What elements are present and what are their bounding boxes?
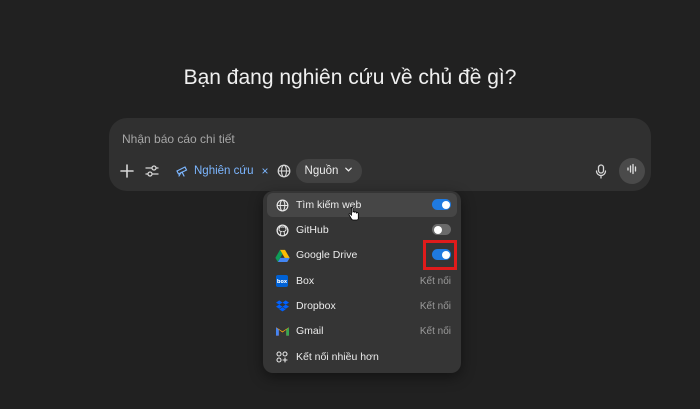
menu-item-dropbox[interactable]: Dropbox Kết nối [267,294,457,318]
menu-item-label: Kết nối nhiều hơn [296,351,379,363]
prompt-input[interactable]: Nhận báo cáo chi tiết [122,132,235,146]
gmail-icon [274,323,290,339]
globe-icon[interactable] [272,159,296,183]
chevron-down-icon [344,165,353,177]
hand-cursor-icon [348,206,360,226]
sources-label: Nguồn [304,165,339,177]
github-toggle[interactable] [432,224,451,235]
highlight-box [423,240,457,270]
apps-icon [274,349,290,365]
sources-menu: Tìm kiếm web GitHub Google Drive box Box… [263,191,461,373]
page: Bạn đang nghiên cứu về chủ đề gì? Nhận b… [0,0,700,409]
microphone-icon[interactable] [593,163,609,179]
waveform-icon [626,162,638,180]
prompt-composer[interactable]: Nhận báo cáo chi tiết Nghiên cứu × Nguồn [109,118,651,191]
box-icon: box [274,273,290,289]
globe-icon [274,197,290,213]
connect-link[interactable]: Kết nối [420,326,451,337]
close-icon[interactable]: × [261,164,268,178]
tools-sliders-icon[interactable] [144,163,160,179]
connect-link[interactable]: Kết nối [420,276,451,287]
telescope-icon [175,163,189,180]
google-drive-icon [274,247,290,263]
svg-text:box: box [277,279,288,285]
research-chip[interactable]: Nghiên cứu × [175,161,269,181]
page-title: Bạn đang nghiên cứu về chủ đề gì? [183,66,517,89]
web-search-toggle[interactable] [432,199,451,210]
menu-item-label: Google Drive [296,249,358,261]
menu-item-label: GitHub [296,224,329,236]
menu-item-label: Box [296,275,315,287]
menu-item-label: Dropbox [296,300,336,312]
menu-item-box[interactable]: box Box Kết nối [267,269,457,293]
menu-item-label: Gmail [296,325,324,337]
menu-item-connect-more[interactable]: Kết nối nhiều hơn [267,345,457,369]
github-icon [274,222,290,238]
research-chip-label: Nghiên cứu [194,165,254,177]
add-icon[interactable] [119,163,135,179]
menu-item-web-search[interactable]: Tìm kiếm web [267,193,457,217]
voice-mode-button[interactable] [619,158,645,184]
sources-dropdown[interactable]: Nguồn [296,159,362,183]
menu-item-gmail[interactable]: Gmail Kết nối [267,319,457,343]
connect-link[interactable]: Kết nối [420,301,451,312]
dropbox-icon [274,298,290,314]
menu-item-github[interactable]: GitHub [267,218,457,242]
